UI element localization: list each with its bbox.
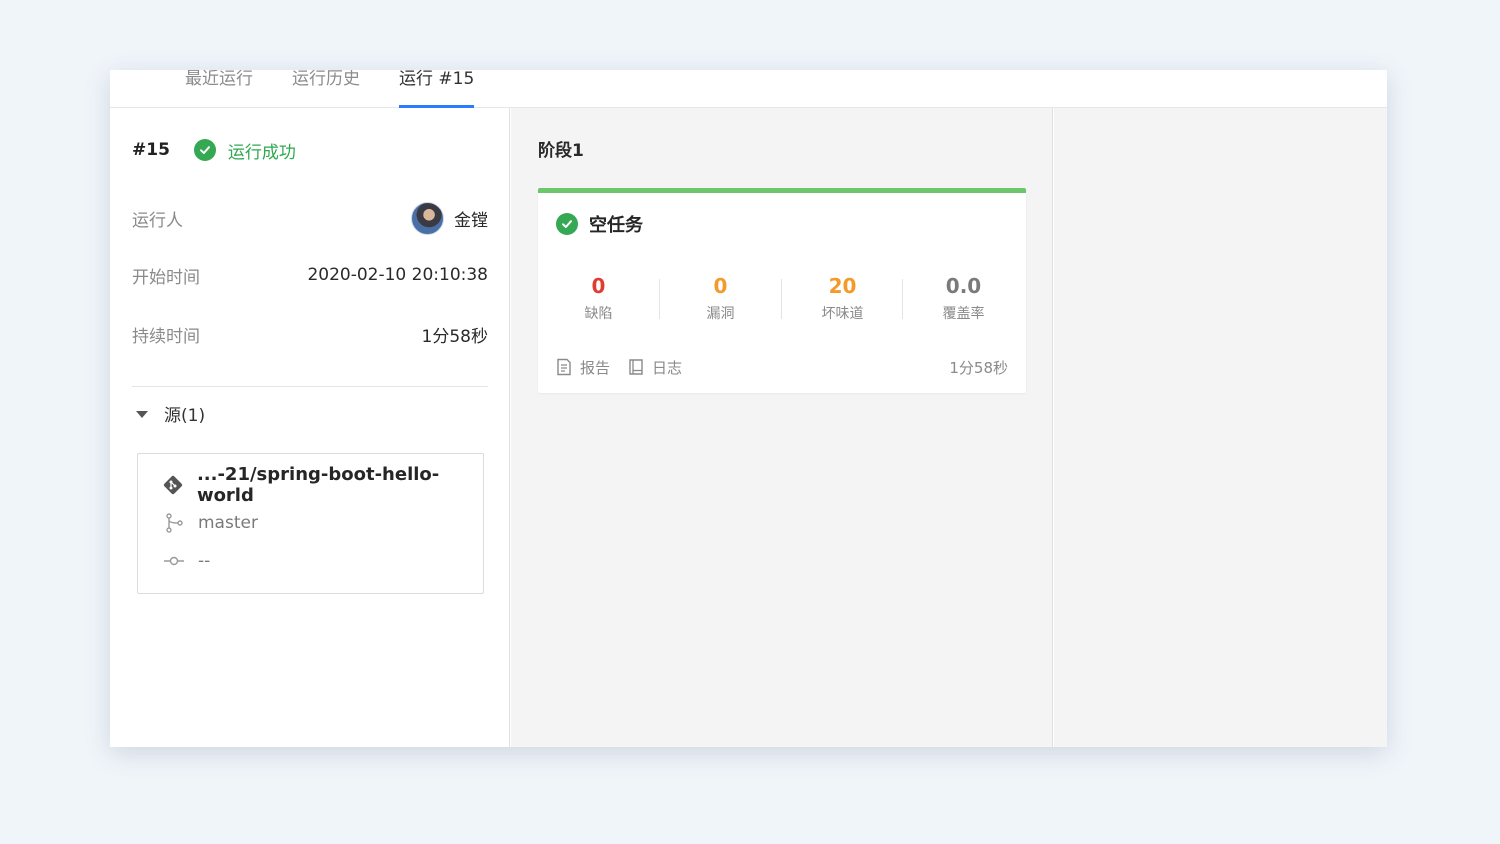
start-time-label: 开始时间 <box>132 267 200 288</box>
start-time-row: 开始时间 2020-02-10 20:10:38 <box>132 260 488 290</box>
runner-name: 金镗 <box>454 210 488 231</box>
metric-label: 覆盖率 <box>942 306 985 322</box>
commit-icon <box>162 549 186 573</box>
stage-title: 阶段1 <box>538 141 584 161</box>
log-icon <box>629 359 643 375</box>
runner-row: 运行人 金镗 <box>132 201 488 235</box>
metric-value: 0.0 <box>945 274 982 298</box>
divider <box>132 386 488 387</box>
metric-vulnerabilities[interactable]: 0 漏洞 <box>660 273 781 329</box>
source-repo-name[interactable]: ...-21/spring-boot-hello-world <box>197 464 483 506</box>
source-card: ...-21/spring-boot-hello-world master -- <box>137 453 484 594</box>
sources-toggle[interactable]: 源(1) <box>136 398 205 428</box>
metric-value: 20 <box>828 274 857 298</box>
log-label: 日志 <box>652 358 683 377</box>
start-time-value: 2020-02-10 20:10:38 <box>307 265 488 285</box>
metric-coverage[interactable]: 0.0 覆盖率 <box>903 273 1024 329</box>
metric-value: 0 <box>591 274 606 298</box>
branch-icon <box>162 511 186 535</box>
source-branch-line: master <box>162 510 258 536</box>
metric-label: 坏味道 <box>821 306 864 322</box>
job-duration: 1分58秒 <box>949 358 1008 377</box>
job-footer: 报告 日志 1分58秒 <box>556 356 1008 378</box>
avatar[interactable] <box>411 201 444 235</box>
pipeline-run-window: 最近运行 运行历史 运行 #15 #15 运行成功 运行人 金镗 开始时间 20… <box>110 70 1387 747</box>
duration-value: 1分58秒 <box>421 326 488 347</box>
report-label: 报告 <box>580 358 611 377</box>
tab-run-history[interactable]: 运行历史 <box>292 70 360 108</box>
metric-label: 缺陷 <box>584 306 613 322</box>
run-info-panel: #15 运行成功 运行人 金镗 开始时间 2020-02-10 20:10:38… <box>110 108 510 747</box>
stage-column: 阶段1 空任务 0 缺陷 0 漏洞 20 坏味道 0.0 覆盖率 报告 日志 1… <box>511 108 1053 747</box>
source-repo-line: ...-21/spring-boot-hello-world <box>162 464 483 506</box>
job-card[interactable]: 空任务 0 缺陷 0 漏洞 20 坏味道 0.0 覆盖率 报告 日志 1分58秒 <box>538 188 1026 393</box>
log-link[interactable]: 日志 <box>628 357 682 378</box>
source-branch: master <box>198 513 258 533</box>
runner-label: 运行人 <box>132 210 183 231</box>
metric-label: 漏洞 <box>706 306 735 322</box>
metric-code-smells[interactable]: 20 坏味道 <box>782 273 903 329</box>
source-commit-line: -- <box>162 548 210 574</box>
tab-run-15[interactable]: 运行 #15 <box>399 70 475 108</box>
tab-recent-runs[interactable]: 最近运行 <box>185 70 253 108</box>
job-title[interactable]: 空任务 <box>556 211 643 237</box>
duration-row: 持续时间 1分58秒 <box>132 319 488 349</box>
check-circle-icon <box>556 213 578 235</box>
job-name: 空任务 <box>589 215 643 236</box>
job-metrics: 0 缺陷 0 漏洞 20 坏味道 0.0 覆盖率 <box>538 273 1026 329</box>
tab-bar: 最近运行 运行历史 运行 #15 <box>110 70 1387 108</box>
run-status: 运行成功 <box>227 142 296 163</box>
metric-bugs[interactable]: 0 缺陷 <box>538 273 659 329</box>
source-commit: -- <box>198 551 211 571</box>
caret-down-icon <box>136 410 148 418</box>
check-circle-icon <box>193 139 216 161</box>
report-icon <box>557 358 571 376</box>
duration-label: 持续时间 <box>132 326 200 347</box>
git-icon <box>162 473 185 497</box>
empty-stage-column <box>1054 108 1387 747</box>
run-number: #15 <box>132 140 170 160</box>
sources-header: 源(1) <box>164 405 206 426</box>
metric-value: 0 <box>713 274 728 298</box>
report-link[interactable]: 报告 <box>556 357 610 378</box>
run-header: #15 运行成功 <box>132 138 296 163</box>
